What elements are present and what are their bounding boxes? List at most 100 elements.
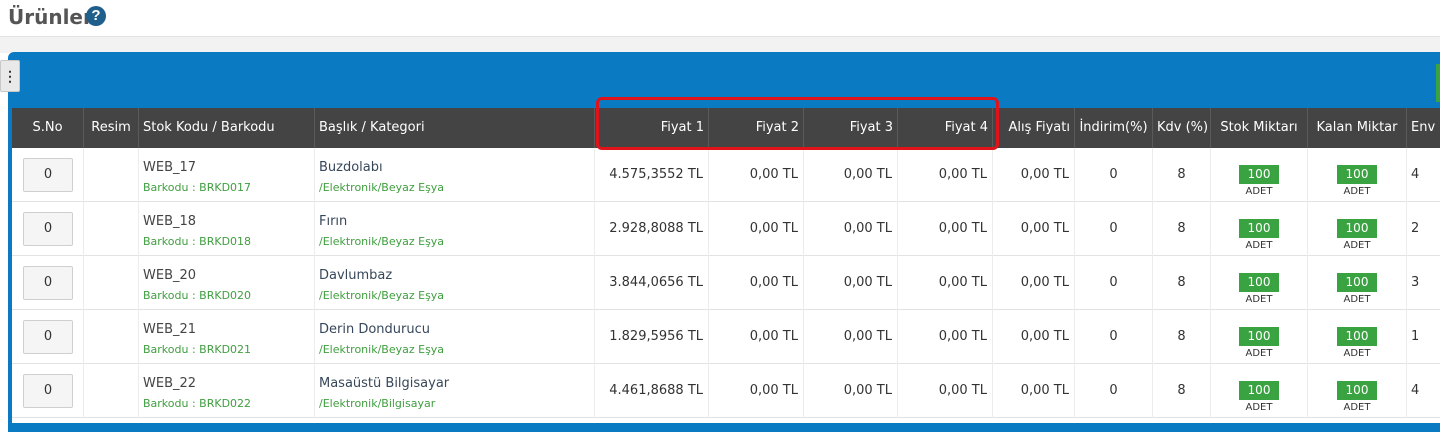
stock-badge[interactable]: 100 [1239, 165, 1279, 184]
col-stok-miktari[interactable]: Stok Miktarı [1211, 108, 1308, 148]
sno-cell: 0 [12, 148, 84, 202]
discount-cell: 0 [1075, 310, 1153, 364]
product-title[interactable]: Masaüstü Bilgisayar [319, 376, 449, 391]
table-row[interactable]: 0 WEB_17 Barkodu : BRKD017 Buzdolabı/Elektr… [12, 148, 1440, 202]
sno-input[interactable]: 0 [23, 158, 73, 192]
title-cell: Davlumbaz/Elektronik/Beyaz Eşya [315, 256, 595, 310]
stock-code[interactable]: WEB_22 [143, 376, 196, 391]
stock-code[interactable]: WEB_17 [143, 160, 196, 175]
barcode: Barkodu : BRKD020 [143, 289, 252, 302]
sno-cell: 0 [12, 364, 84, 418]
remaining-unit: ADET [1343, 348, 1371, 359]
sno-cell: 0 [12, 256, 84, 310]
col-kdv[interactable]: Kdv (%) [1153, 108, 1211, 148]
product-title[interactable]: Davlumbaz [319, 268, 392, 283]
title-cell: Derin Dondurucu/Elektronik/Beyaz Eşya [315, 310, 595, 364]
remaining-badge[interactable]: 100 [1337, 381, 1377, 400]
barcode: Barkodu : BRKD021 [143, 343, 252, 356]
sno-input[interactable]: 0 [23, 374, 73, 408]
stock-code-cell: WEB_20 Barkodu : BRKD020 [139, 256, 315, 310]
product-category: /Elektronik/Beyaz Eşya [319, 181, 445, 194]
stock-code-cell: WEB_18 Barkodu : BRKD018 [139, 202, 315, 256]
action-button[interactable] [1436, 64, 1440, 102]
remaining-qty-cell: 100 ADET [1308, 202, 1407, 256]
stock-badge[interactable]: 100 [1239, 273, 1279, 292]
remaining-badge[interactable]: 100 [1337, 273, 1377, 292]
stock-qty-cell: 100 ADET [1211, 148, 1308, 202]
sno-cell: 0 [12, 310, 84, 364]
product-title[interactable]: Buzdolabı [319, 160, 383, 175]
vat-cell: 8 [1153, 148, 1211, 202]
remaining-qty-cell: 100 ADET [1308, 364, 1407, 418]
price4-cell: 0,00 TL [898, 364, 993, 418]
col-kalan-miktar[interactable]: Kalan Miktar [1308, 108, 1407, 148]
price4-cell: 0,00 TL [898, 202, 993, 256]
col-env[interactable]: Env [1407, 108, 1440, 148]
price-columns-highlight [596, 97, 999, 150]
product-title[interactable]: Derin Dondurucu [319, 322, 430, 337]
stock-code[interactable]: WEB_18 [143, 214, 196, 229]
vat-cell: 8 [1153, 364, 1211, 418]
remaining-qty-cell: 100 ADET [1308, 256, 1407, 310]
stock-badge[interactable]: 100 [1239, 219, 1279, 238]
env-cell: 4 [1411, 167, 1420, 182]
stock-code[interactable]: WEB_20 [143, 268, 196, 283]
remaining-badge[interactable]: 100 [1337, 165, 1377, 184]
col-resim[interactable]: Resim [84, 108, 139, 148]
vat-cell: 8 [1153, 202, 1211, 256]
title-cell: Fırın/Elektronik/Beyaz Eşya [315, 202, 595, 256]
stock-qty-cell: 100 ADET [1211, 256, 1308, 310]
page-title: Ürünler [8, 5, 93, 29]
question-circle-icon[interactable]: ? [86, 6, 106, 26]
page-gap [0, 37, 1440, 53]
table-row[interactable]: 0 WEB_20 Barkodu : BRKD020 Davlumbaz/Elektr… [12, 256, 1440, 310]
purchase-price-cell: 0,00 TL [993, 202, 1075, 256]
price4-cell: 0,00 TL [898, 310, 993, 364]
image-cell [84, 202, 139, 256]
col-indirim[interactable]: İndirim(%) [1075, 108, 1153, 148]
product-title[interactable]: Fırın [319, 214, 347, 229]
col-baslik[interactable]: Başlık / Kategori [315, 108, 595, 148]
price2-cell: 0,00 TL [709, 364, 804, 418]
stock-qty-cell: 100 ADET [1211, 202, 1308, 256]
table-row[interactable]: 0 WEB_18 Barkodu : BRKD018 Fırın/Elektronik… [12, 202, 1440, 256]
sno-input[interactable]: 0 [23, 212, 73, 246]
price2-cell: 0,00 TL [709, 310, 804, 364]
stock-badge[interactable]: 100 [1239, 327, 1279, 346]
price1-cell: 3.844,0656 TL [595, 256, 709, 310]
discount-cell: 0 [1075, 364, 1153, 418]
barcode: Barkodu : BRKD018 [143, 235, 252, 248]
remaining-badge[interactable]: 100 [1337, 327, 1377, 346]
vat-cell: 8 [1153, 310, 1211, 364]
price2-cell: 0,00 TL [709, 202, 804, 256]
column-menu-icon[interactable]: ⋮ [0, 60, 20, 92]
sno-input[interactable]: 0 [23, 320, 73, 354]
sno-input[interactable]: 0 [23, 266, 73, 300]
product-category: /Elektronik/Bilgisayar [319, 397, 436, 410]
col-stok-kodu[interactable]: Stok Kodu / Barkodu [139, 108, 315, 148]
stock-unit: ADET [1245, 348, 1273, 359]
remaining-unit: ADET [1343, 240, 1371, 251]
env-cell: 1 [1411, 329, 1420, 344]
discount-cell: 0 [1075, 256, 1153, 310]
stock-code[interactable]: WEB_21 [143, 322, 196, 337]
title-cell: Masaüstü Bilgisayar/Elektronik/Bilgisaya… [315, 364, 595, 418]
barcode: Barkodu : BRKD022 [143, 397, 252, 410]
remaining-badge[interactable]: 100 [1337, 219, 1377, 238]
stock-badge[interactable]: 100 [1239, 381, 1279, 400]
remaining-qty-cell: 100 ADET [1308, 148, 1407, 202]
env-cell: 2 [1411, 221, 1420, 236]
product-category: /Elektronik/Beyaz Eşya [319, 235, 445, 248]
price1-cell: 4.575,3552 TL [595, 148, 709, 202]
col-sno[interactable]: S.No [12, 108, 84, 148]
stock-unit: ADET [1245, 186, 1273, 197]
table-row[interactable]: 0 WEB_21 Barkodu : BRKD021 Derin Dondurucu /… [12, 310, 1440, 364]
stock-qty-cell: 100 ADET [1211, 310, 1308, 364]
stock-code-cell: WEB_21 Barkodu : BRKD021 [139, 310, 315, 364]
product-category: /Elektronik/Beyaz Eşya [319, 289, 445, 302]
table-row[interactable]: 0 WEB_22 Barkodu : BRKD022 Masaüstü Bilgisa… [12, 364, 1440, 418]
barcode: Barkodu : BRKD017 [143, 181, 252, 194]
image-cell [84, 256, 139, 310]
purchase-price-cell: 0,00 TL [993, 148, 1075, 202]
col-alis-fiyati[interactable]: Alış Fiyatı [993, 108, 1075, 148]
